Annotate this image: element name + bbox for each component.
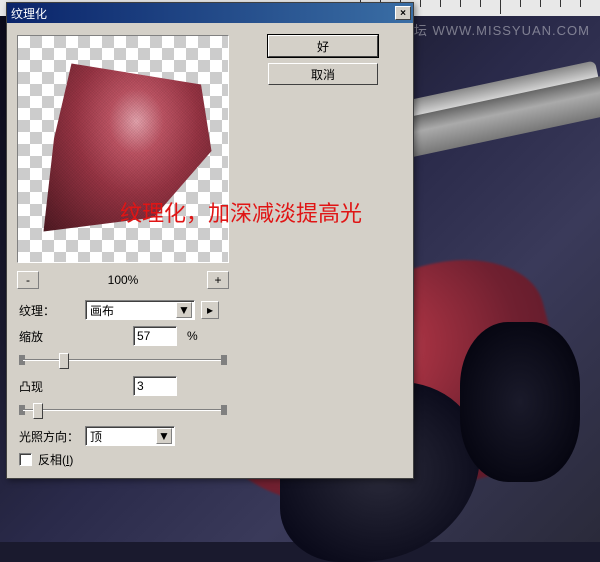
slider-max-icon <box>221 405 227 415</box>
scale-label: 缩放 <box>17 328 79 345</box>
zoom-percent: 100% <box>39 273 207 287</box>
scale-input[interactable]: 57 <box>133 326 177 346</box>
bg-dark-shape-2 <box>460 322 580 482</box>
dialog-title: 纹理化 <box>11 5 395 22</box>
chevron-down-icon: ▼ <box>156 428 172 444</box>
scale-slider-thumb[interactable] <box>59 353 69 369</box>
scale-row: 缩放 57 % <box>17 325 229 347</box>
scale-slider[interactable] <box>23 351 223 369</box>
dialog-titlebar[interactable]: 纹理化 × <box>7 3 413 23</box>
light-label: 光照方向： <box>17 428 79 445</box>
relief-row: 凸现 3 <box>17 375 229 397</box>
invert-row: 反相(I) <box>17 451 229 468</box>
close-icon[interactable]: × <box>395 6 411 20</box>
controls-panel: 纹理： 画布 ▼ ▸ 缩放 57 % <box>17 299 229 468</box>
light-row: 光照方向： 顶 ▼ <box>17 425 229 447</box>
dialog-body: - 100% + 纹理： 画布 ▼ ▸ 缩放 57 % <box>7 23 413 478</box>
texturizer-dialog: 纹理化 × - 100% + 纹理： 画布 ▼ <box>6 2 414 479</box>
relief-slider-thumb[interactable] <box>33 403 43 419</box>
light-value: 顶 <box>90 428 156 445</box>
ok-button[interactable]: 好 <box>268 35 378 57</box>
zoom-in-button[interactable]: + <box>207 271 229 289</box>
slider-max-icon <box>221 355 227 365</box>
preview-box[interactable] <box>17 35 229 263</box>
scale-suffix: % <box>187 329 198 343</box>
texture-label: 纹理： <box>17 302 79 319</box>
invert-label: 反相(I) <box>38 451 73 468</box>
cancel-button[interactable]: 取消 <box>268 63 378 85</box>
texture-value: 画布 <box>90 302 176 319</box>
annotation-text: 纹理化，加深减淡提高光 <box>120 196 362 228</box>
slider-line <box>23 359 223 361</box>
chevron-down-icon: ▼ <box>176 302 192 318</box>
dialog-right-column: 好 取消 <box>243 35 403 468</box>
slider-line <box>23 409 223 411</box>
relief-input[interactable]: 3 <box>133 376 177 396</box>
texture-load-button[interactable]: ▸ <box>201 301 219 319</box>
light-dropdown[interactable]: 顶 ▼ <box>85 426 175 446</box>
dialog-left-column: - 100% + 纹理： 画布 ▼ ▸ 缩放 57 % <box>17 35 229 468</box>
invert-checkbox[interactable] <box>19 453 32 466</box>
relief-slider[interactable] <box>23 401 223 419</box>
zoom-out-button[interactable]: - <box>17 271 39 289</box>
texture-dropdown[interactable]: 画布 ▼ <box>85 300 195 320</box>
relief-label: 凸现 <box>17 378 79 395</box>
texture-row: 纹理： 画布 ▼ ▸ <box>17 299 229 321</box>
zoom-controls: - 100% + <box>17 271 229 289</box>
